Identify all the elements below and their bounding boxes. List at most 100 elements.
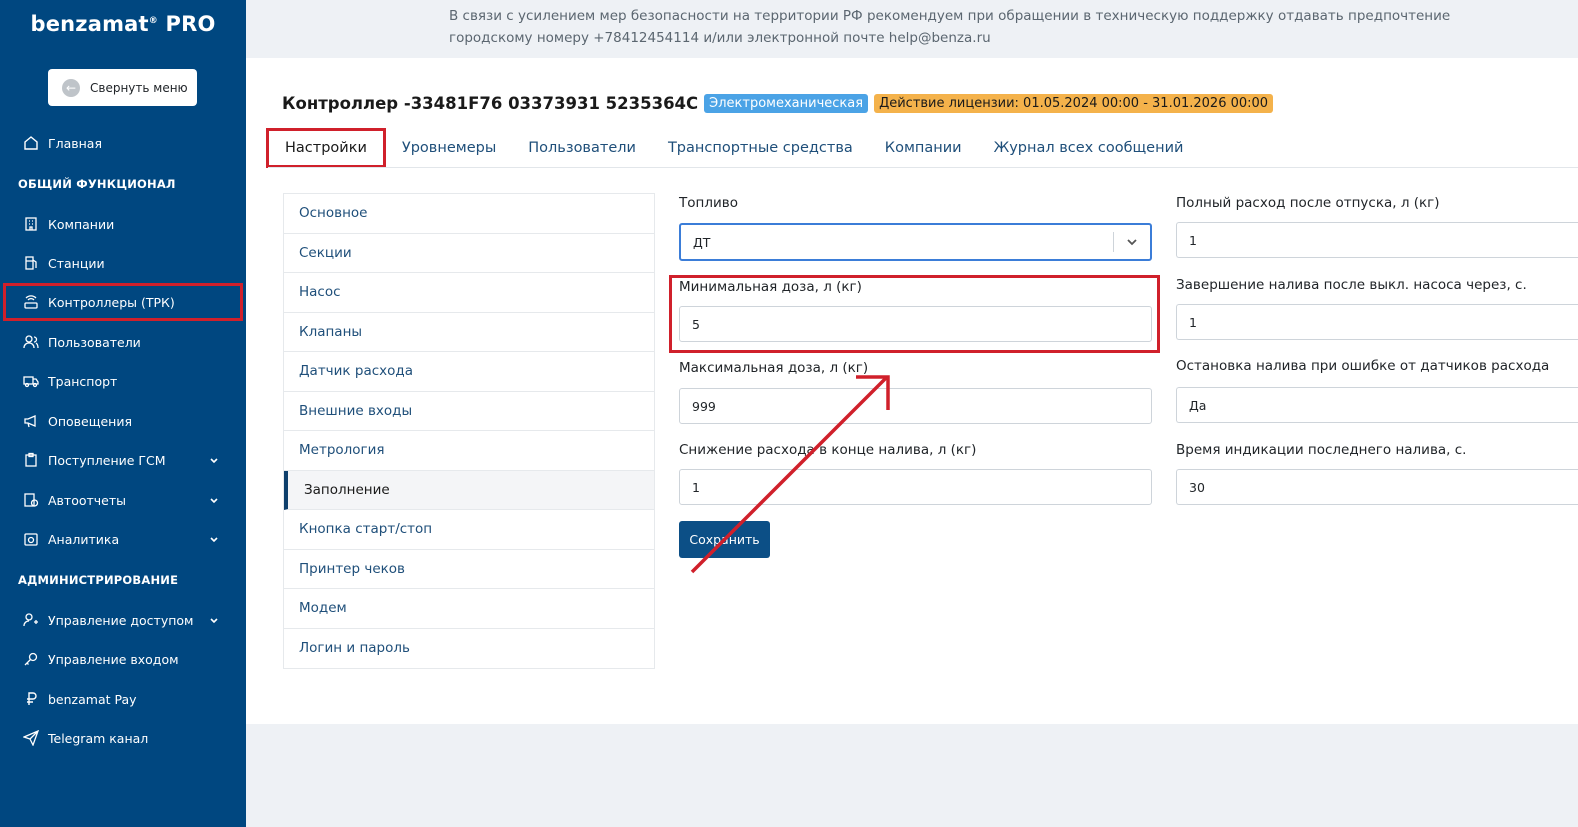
sidebar-item-notifications[interactable]: Оповещения — [0, 402, 246, 440]
indication-time-label: Время индикации последнего налива, с. — [1176, 442, 1467, 458]
sidebar-item-label: Пользователи — [48, 334, 141, 350]
sidebar-item-fuel-receipt[interactable]: Поступление ГСМ — [0, 441, 246, 479]
chevron-down-icon — [209, 494, 219, 509]
sidebar-item-label: Поступление ГСМ — [48, 452, 166, 468]
sidebar-item-label: Компании — [48, 216, 115, 232]
full-flow-value: 1 — [1189, 232, 1197, 248]
clipboard-icon — [22, 451, 40, 469]
chevron-down-icon — [209, 454, 219, 469]
collapse-menu-label: Свернуть меню — [90, 80, 188, 95]
submenu-item-start-stop-button[interactable]: Кнопка старт/стоп — [284, 510, 654, 550]
send-icon — [22, 729, 40, 747]
finish-delay-input[interactable]: 1 — [1176, 304, 1578, 340]
min-dose-value: 5 — [692, 316, 700, 332]
sidebar: benzamat® PRO ← Свернуть меню Главная ОБ… — [0, 0, 246, 827]
home-icon — [22, 134, 40, 152]
max-dose-value: 999 — [692, 398, 716, 414]
user-access-icon — [22, 611, 40, 629]
sidebar-item-transport[interactable]: Транспорт — [0, 362, 246, 400]
min-dose-label: Минимальная доза, л (кг) — [679, 279, 862, 295]
select-separator — [1113, 232, 1114, 252]
sidebar-item-label: Управление входом — [48, 651, 179, 667]
sidebar-item-autoreports[interactable]: Автоотчеты — [0, 481, 246, 519]
full-flow-label: Полный расход после отпуска, л (кг) — [1176, 195, 1440, 211]
sidebar-item-label: Станции — [48, 255, 105, 271]
truck-icon — [22, 372, 40, 390]
arrow-left-icon: ← — [62, 78, 80, 97]
finish-delay-value: 1 — [1189, 314, 1197, 330]
chevron-down-icon — [1125, 235, 1139, 252]
tab-settings[interactable]: Настройки — [266, 128, 386, 168]
controller-title: Контроллер -33481F76 03373931 5235364C — [282, 94, 699, 113]
indication-time-value: 30 — [1189, 479, 1205, 495]
sidebar-item-login-control[interactable]: Управление входом — [0, 640, 246, 678]
submenu-item-modem[interactable]: Модем — [284, 589, 654, 629]
notice-text: В связи с усилением мер безопасности на … — [449, 8, 1451, 46]
brand-logo[interactable]: benzamat® PRO — [0, 12, 246, 36]
tabs-divider — [268, 167, 1578, 168]
sidebar-item-label: Telegram канал — [48, 730, 149, 746]
sidebar-item-label: Главная — [48, 135, 102, 151]
sidebar-item-benzamat-pay[interactable]: benzamat Pay — [0, 680, 246, 718]
report-icon — [22, 491, 40, 509]
stop-on-error-label: Остановка налива при ошибке от датчиков … — [1176, 358, 1550, 374]
controller-type-badge: Электромеханическая — [704, 94, 869, 113]
sidebar-item-label: Транспорт — [48, 373, 118, 389]
flow-reduction-label: Снижение расхода в конце налива, л (кг) — [679, 442, 977, 458]
license-badge: Действие лицензии: 01.05.2024 00:00 - 31… — [874, 94, 1274, 113]
sidebar-item-telegram[interactable]: Telegram канал — [0, 719, 246, 757]
sidebar-item-label: Аналитика — [48, 531, 120, 547]
submenu-item-valves[interactable]: Клапаны — [284, 313, 654, 352]
save-button[interactable]: Сохранить — [679, 521, 770, 558]
full-flow-input[interactable]: 1 — [1176, 222, 1578, 258]
sidebar-item-stations[interactable]: Станции — [0, 244, 246, 282]
analytics-icon — [22, 530, 40, 548]
router-icon — [22, 293, 40, 311]
sidebar-item-label: Контроллеры (ТРК) — [48, 294, 175, 310]
page-title: Контроллер -33481F76 03373931 5235364C Э… — [282, 94, 1274, 113]
flow-reduction-value: 1 — [692, 479, 700, 495]
submenu-item-receipt-printer[interactable]: Принтер чеков — [284, 550, 654, 589]
tab-level-gauges[interactable]: Уровнемеры — [386, 128, 512, 168]
sidebar-item-companies[interactable]: Компании — [0, 205, 246, 243]
section-general-title: ОБЩИЙ ФУНКЦИОНАЛ — [18, 177, 176, 191]
tab-users[interactable]: Пользователи — [512, 128, 652, 168]
finish-delay-label: Завершение налива после выкл. насоса чер… — [1176, 277, 1527, 293]
sidebar-item-access-control[interactable]: Управление доступом — [0, 601, 246, 639]
indication-time-input[interactable]: 30 — [1176, 469, 1578, 505]
fuel-station-icon — [22, 254, 40, 272]
sidebar-item-controllers[interactable]: Контроллеры (ТРК) — [3, 283, 243, 321]
submenu-item-flow-sensor[interactable]: Датчик расхода — [284, 352, 654, 392]
stop-on-error-select[interactable]: Да — [1176, 387, 1578, 423]
submenu-item-external-inputs[interactable]: Внешние входы — [284, 392, 654, 431]
settings-submenu: Основное Секции Насос Клапаны Датчик рас… — [283, 193, 655, 669]
collapse-menu-button[interactable]: ← Свернуть меню — [48, 69, 197, 106]
flow-reduction-input[interactable]: 1 — [679, 469, 1152, 505]
min-dose-input[interactable]: 5 — [679, 306, 1152, 342]
section-admin-title: АДМИНИСТРИРОВАНИЕ — [18, 573, 179, 587]
fuel-label: Топливо — [679, 195, 738, 211]
max-dose-label: Максимальная доза, л (кг) — [679, 360, 869, 376]
sidebar-item-home[interactable]: Главная — [0, 124, 246, 162]
sidebar-item-label: Автоотчеты — [48, 492, 127, 508]
tab-vehicles[interactable]: Транспортные средства — [652, 128, 869, 168]
submenu-item-login-password[interactable]: Логин и пароль — [284, 629, 654, 669]
submenu-item-basic[interactable]: Основное — [284, 194, 654, 234]
fuel-select[interactable]: ДТ — [679, 223, 1152, 261]
sidebar-item-users[interactable]: Пользователи — [0, 323, 246, 361]
tab-companies[interactable]: Компании — [869, 128, 978, 168]
submenu-item-filling[interactable]: Заполнение — [284, 470, 654, 510]
key-icon — [22, 650, 40, 668]
submenu-item-metrology[interactable]: Метрология — [284, 431, 654, 471]
submenu-item-sections[interactable]: Секции — [284, 234, 654, 273]
sidebar-item-analytics[interactable]: Аналитика — [0, 520, 246, 558]
footer-band — [246, 724, 1578, 827]
max-dose-input[interactable]: 999 — [679, 388, 1152, 424]
stop-on-error-value: Да — [1189, 397, 1207, 413]
submenu-item-pump[interactable]: Насос — [284, 273, 654, 313]
tab-message-log[interactable]: Журнал всех сообщений — [978, 128, 1200, 168]
megaphone-icon — [22, 412, 40, 430]
fuel-select-value: ДТ — [693, 234, 711, 250]
sidebar-item-label: Управление доступом — [48, 612, 194, 628]
sidebar-item-label: benzamat Pay — [48, 691, 137, 707]
